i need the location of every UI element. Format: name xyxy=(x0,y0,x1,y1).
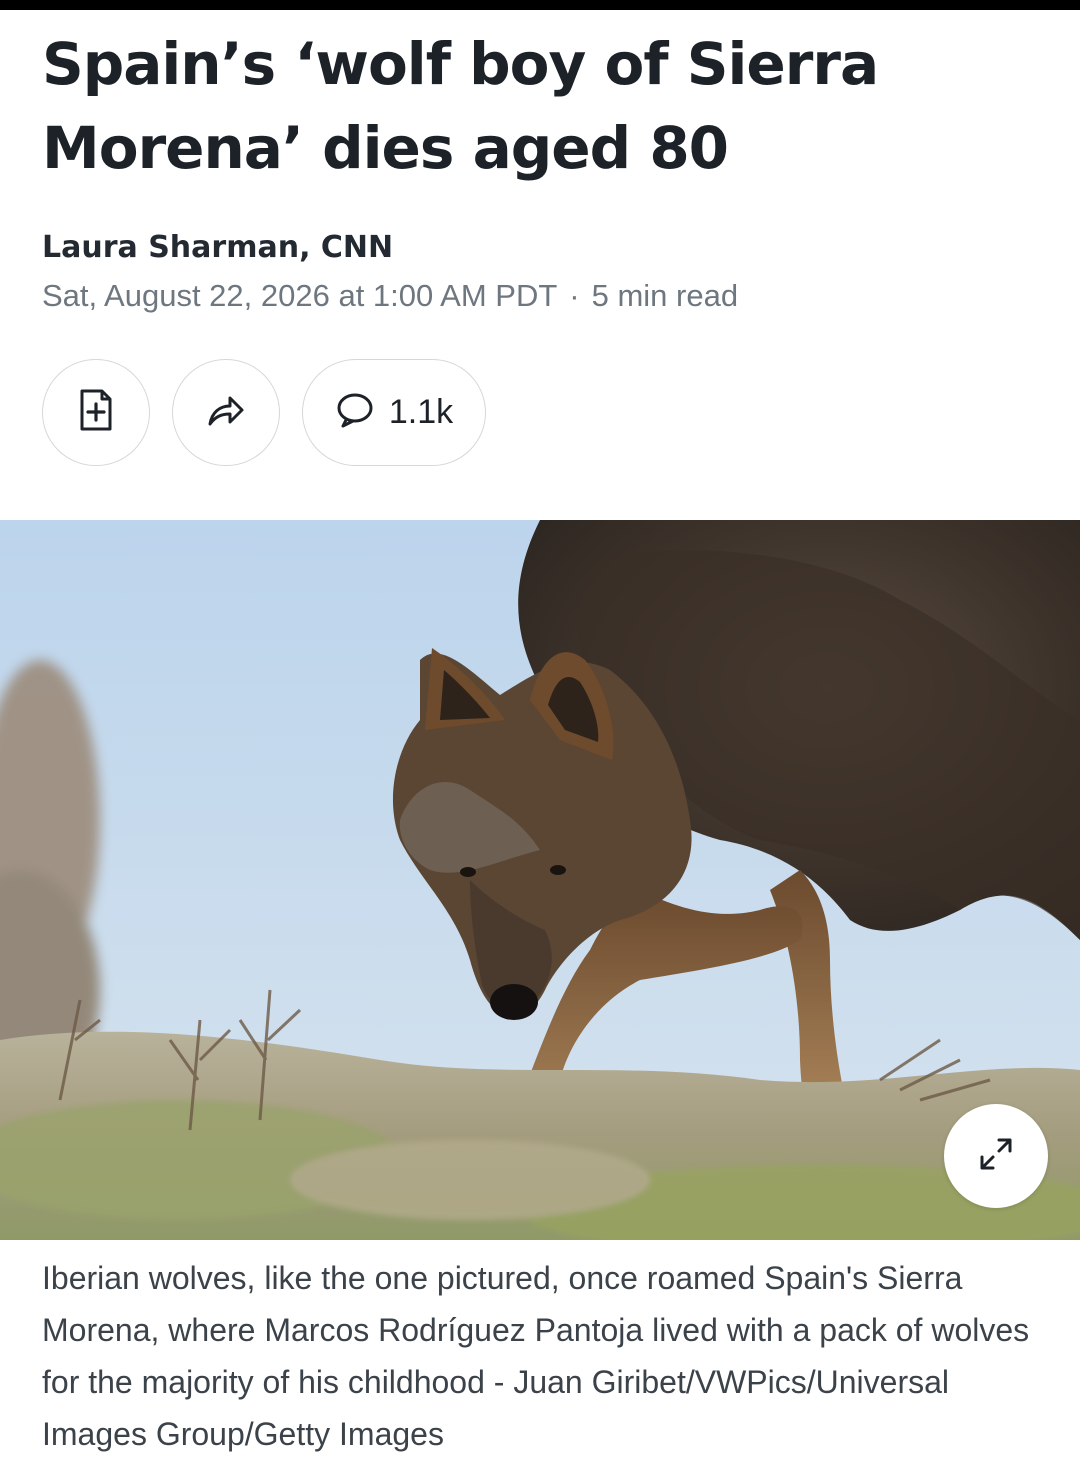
meta-separator: · xyxy=(569,278,580,313)
comments-button[interactable]: 1.1k xyxy=(302,359,486,466)
expand-image-button[interactable] xyxy=(944,1104,1048,1208)
publish-date: Sat, August 22, 2026 at 1:00 AM PDT xyxy=(42,278,558,313)
share-arrow-icon xyxy=(206,392,246,433)
comment-count: 1.1k xyxy=(388,393,454,431)
hero-image-wolf[interactable] xyxy=(0,520,1080,1240)
article-headline: Spain’s ‘wolf boy of Sierra Morena’ dies… xyxy=(42,30,879,182)
article-meta: Sat, August 22, 2026 at 1:00 AM PDT · 5 mi… xyxy=(42,276,738,316)
save-article-button[interactable] xyxy=(42,359,150,466)
expand-icon xyxy=(978,1136,1014,1177)
comment-bubble-icon xyxy=(335,391,375,434)
save-article-icon xyxy=(76,388,116,437)
read-time: 5 min read xyxy=(591,278,739,313)
author-byline[interactable]: Laura Sharman, CNN xyxy=(42,228,393,268)
image-caption: Iberian wolves, like the one pictured, o… xyxy=(42,1260,1030,1452)
share-button[interactable] xyxy=(172,359,280,466)
status-bar xyxy=(0,0,1080,10)
